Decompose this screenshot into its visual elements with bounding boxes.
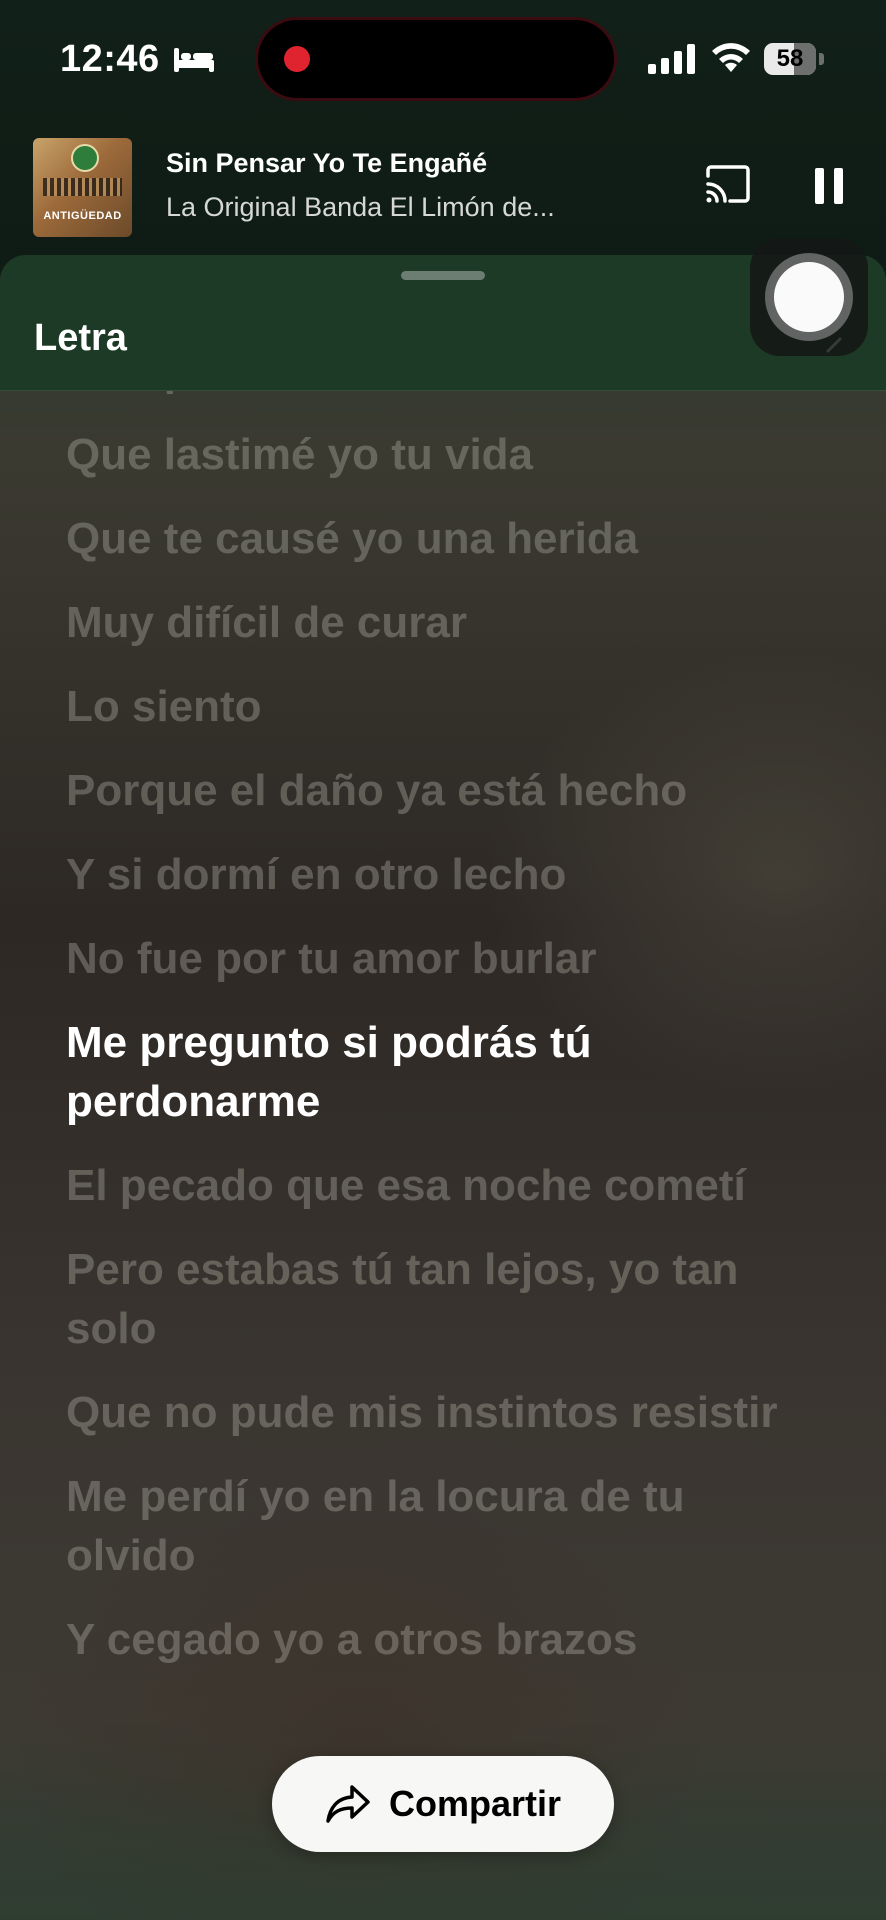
track-artist[interactable]: La Original Banda El Limón de...: [166, 192, 606, 223]
lyrics-sheet: Letra Comprendido Que lastimé yo tu vida Q…: [0, 255, 886, 1920]
lyrics-view[interactable]: Comprendido Que lastimé yo tu vida Que te …: [0, 391, 886, 1920]
pause-icon[interactable]: [814, 168, 844, 204]
cellular-signal-icon: [648, 44, 695, 74]
lyric-line[interactable]: Muy difícil de curar: [66, 593, 806, 652]
recording-indicator: [284, 46, 310, 72]
lyric-line[interactable]: Lo siento: [66, 677, 806, 736]
bed-icon: [174, 48, 214, 72]
album-seal-icon: [71, 144, 99, 172]
lyric-line[interactable]: Que no pude mis instintos resistir: [66, 1383, 806, 1442]
status-time: 12:46: [60, 38, 160, 80]
battery-percent: 58: [776, 45, 804, 72]
mini-player[interactable]: ANTIGÜEDAD Sin Pensar Yo Te Engañé La Or…: [0, 128, 886, 248]
lyric-line[interactable]: Me perdí yo en la locura de tu olvido: [66, 1467, 806, 1585]
battery-body: 58: [764, 43, 816, 75]
wifi-icon: [712, 43, 750, 72]
sheet-grabber[interactable]: [401, 271, 485, 280]
lyric-line[interactable]: Porque el daño ya está hecho: [66, 761, 806, 820]
sheet-title: Letra: [34, 317, 127, 359]
dynamic-island: [258, 20, 614, 98]
lyric-line[interactable]: Que te causé yo una herida: [66, 509, 806, 568]
lyrics-list[interactable]: Comprendido Que lastimé yo tu vida Que te …: [66, 391, 806, 1694]
battery-cap: [819, 53, 824, 65]
assistive-touch-button[interactable]: [750, 238, 868, 356]
lyric-line[interactable]: Y si dormí en otro lecho: [66, 845, 806, 904]
lyric-line[interactable]: El pecado que esa noche cometí: [66, 1156, 806, 1215]
album-art[interactable]: ANTIGÜEDAD: [33, 138, 132, 237]
share-button[interactable]: Compartir: [272, 1756, 614, 1852]
share-arrow-icon: [326, 1785, 370, 1823]
cast-icon[interactable]: [704, 164, 752, 204]
assistive-touch-ring: [765, 253, 853, 341]
lyric-line-active[interactable]: Me pregunto si podrás tú perdonarme: [66, 1013, 806, 1131]
lyric-line[interactable]: Pero estabas tú tan lejos, yo tan solo: [66, 1240, 806, 1358]
lyric-line[interactable]: No fue por tu amor burlar: [66, 929, 806, 988]
album-art-text: ANTIGÜEDAD: [43, 210, 122, 222]
battery-icon: 58: [764, 43, 824, 75]
lyric-line[interactable]: Comprendido: [66, 391, 806, 400]
lyrics-screen: 12:46 58 ANTIGÜEDAD Sin Pensar Yo Te Eng…: [0, 0, 886, 1920]
share-label: Compartir: [388, 1783, 562, 1824]
lyric-line[interactable]: Que lastimé yo tu vida: [66, 425, 806, 484]
album-band-image: [43, 178, 122, 196]
status-bar: 12:46 58: [0, 0, 886, 120]
assistive-touch-core: [774, 262, 844, 332]
track-title[interactable]: Sin Pensar Yo Te Engañé: [166, 148, 487, 179]
lyric-line[interactable]: Y cegado yo a otros brazos: [66, 1610, 806, 1669]
